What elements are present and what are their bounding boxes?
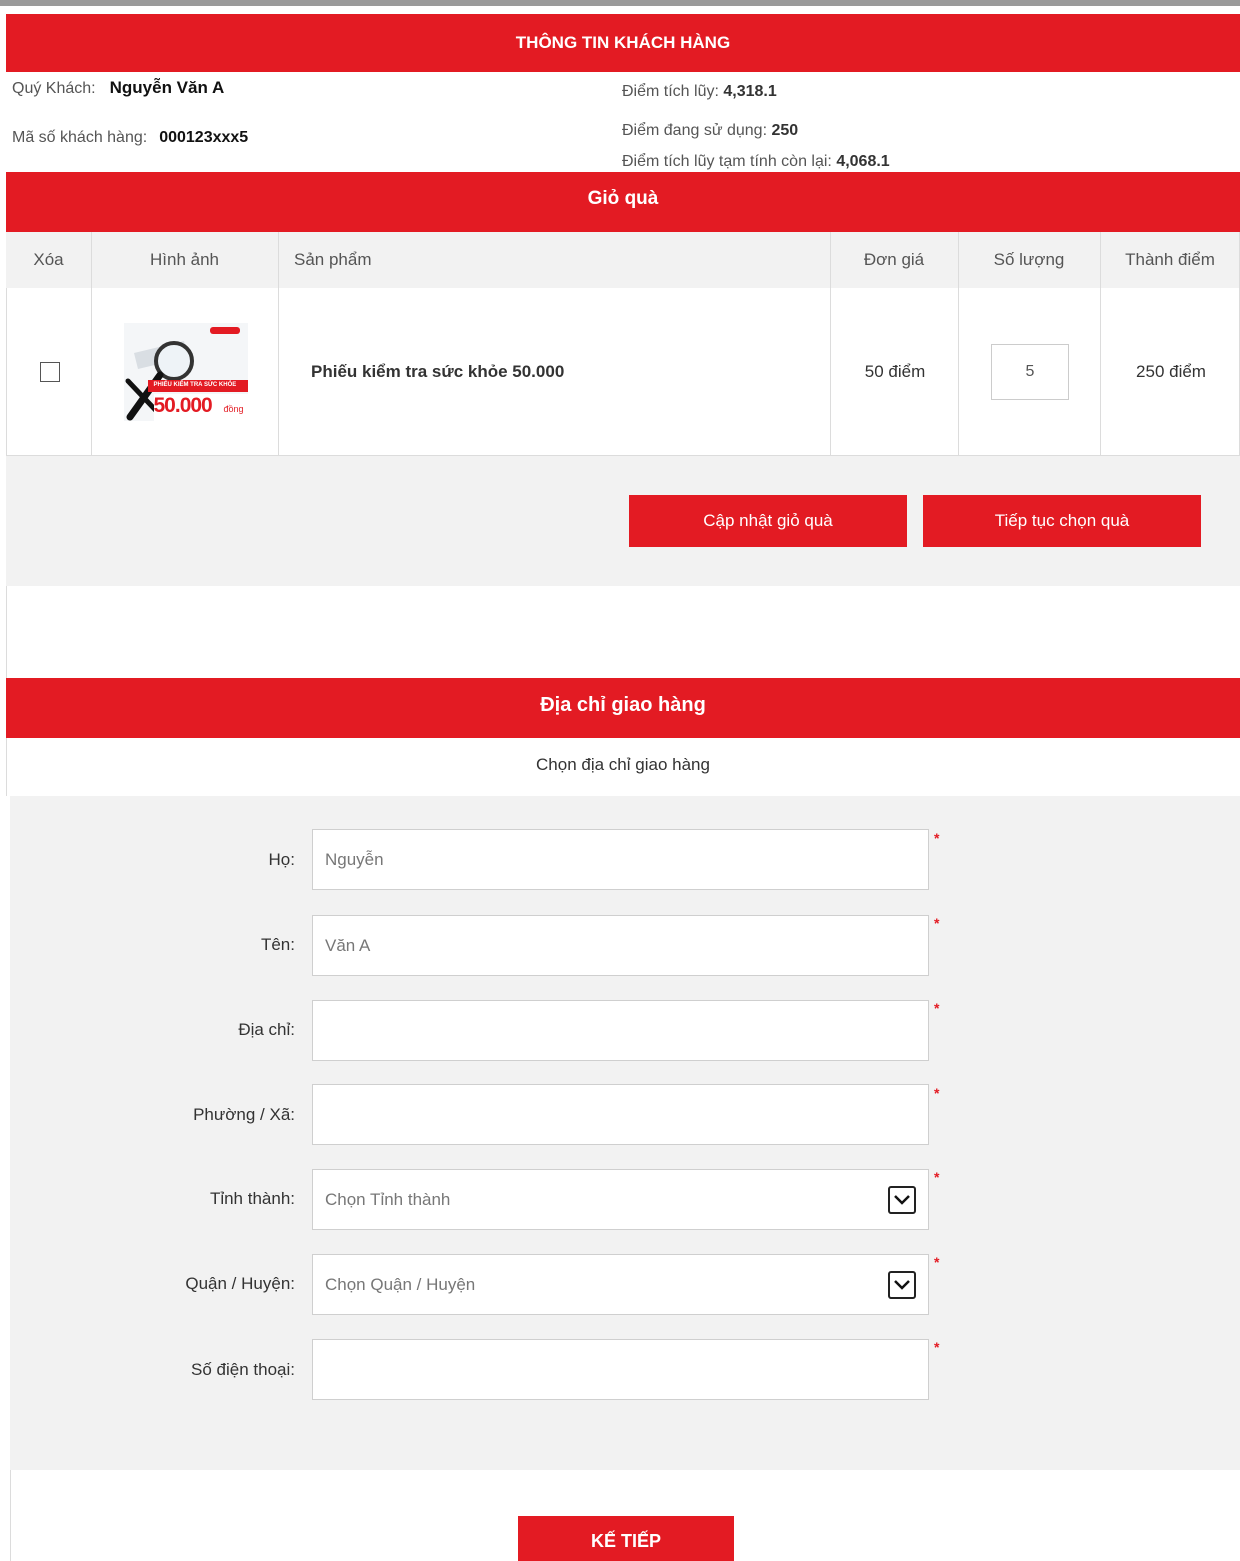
col-product: Sản phẩm <box>294 250 372 269</box>
customer-info-panel: Quý Khách: Nguyễn Văn A Mã số khách hàng:… <box>6 72 1240 172</box>
points-accumulated-value: 4,318.1 <box>723 83 777 100</box>
address-label: Địa chỉ: <box>238 1020 295 1039</box>
column-divider <box>278 232 279 456</box>
continue-shopping-button[interactable]: Tiếp tục chọn quà <box>923 495 1201 547</box>
choose-address-link[interactable]: Chọn địa chỉ giao hàng <box>6 738 1240 796</box>
col-image: Hình ảnh <box>150 250 219 269</box>
required-mark: * <box>934 1254 940 1270</box>
col-unit-price: Đơn giá <box>863 250 925 269</box>
points-using-label: Điểm đang sử dụng: <box>622 122 768 139</box>
points-using: Điểm đang sử dụng: 250 <box>622 122 798 140</box>
column-divider <box>958 232 959 456</box>
required-mark: * <box>934 915 940 931</box>
delete-checkbox[interactable] <box>39 362 60 382</box>
left-rule <box>6 738 7 796</box>
column-divider <box>1100 232 1101 456</box>
first-name-input[interactable] <box>312 915 929 976</box>
quantity-input[interactable] <box>991 344 1069 400</box>
customer-code: Mã số khách hàng: 000123xxx5 <box>12 129 248 147</box>
customer-code-value: 000123xxx5 <box>159 129 249 146</box>
customer-info-header: THÔNG TIN KHÁCH HÀNG <box>6 14 1240 72</box>
required-mark: * <box>934 1339 940 1355</box>
unit-price-value: 50 điểm <box>864 362 926 381</box>
points-using-value: 250 <box>771 122 799 139</box>
customer-name-value: Nguyễn Văn A <box>109 78 225 97</box>
ward-input[interactable] <box>312 1084 929 1145</box>
total-value: 250 điểm <box>1136 362 1206 381</box>
district-selected-value: Chọn Quận / Huyện <box>325 1274 476 1294</box>
points-remaining: Điểm tích lũy tạm tính còn lại: 4,068.1 <box>622 153 890 171</box>
points-accumulated-label: Điểm tích lũy: <box>622 83 719 100</box>
phone-label: Số điện thoại: <box>191 1360 295 1379</box>
customer-name-label: Quý Khách: <box>12 80 96 97</box>
voucher-title-text: PHIẾU KIỂM TRA SỨC KHỎE <box>153 382 237 388</box>
product-image: PHIẾU KIỂM TRA SỨC KHỎE 50.000 đồng <box>123 323 248 421</box>
district-select[interactable]: Chọn Quận / Huyện <box>312 1254 929 1315</box>
left-rule <box>6 586 7 678</box>
customer-name: Quý Khách: Nguyễn Văn A <box>12 78 224 98</box>
image-cell: PHIẾU KIỂM TRA SỨC KHỎE 50.000 đồng <box>92 288 279 456</box>
top-rule <box>0 0 1240 6</box>
total-cell: 250 điểm <box>1101 288 1240 456</box>
required-mark: * <box>934 1169 940 1185</box>
cart-table-header: Xóa Hình ảnh Sản phẩm Đơn giá Số lượng T… <box>6 232 1240 288</box>
cart-header: Giỏ quà <box>6 172 1240 232</box>
address-input[interactable] <box>312 1000 929 1061</box>
points-accumulated: Điểm tích lũy: 4,318.1 <box>622 83 777 101</box>
province-label: Tỉnh thành: <box>209 1189 295 1208</box>
required-mark: * <box>934 1000 940 1016</box>
shipping-form: Họ: * Tên: * Địa chỉ: * Phường / Xã: * T… <box>10 796 1240 1470</box>
points-remaining-label: Điểm tích lũy tạm tính còn lại: <box>622 153 832 170</box>
col-quantity: Số lượng <box>993 250 1065 269</box>
column-divider <box>830 232 831 456</box>
left-rule <box>10 1470 11 1561</box>
last-name-input[interactable] <box>312 829 929 890</box>
province-selected-value: Chọn Tỉnh thành <box>325 1189 451 1209</box>
chevron-down-icon[interactable] <box>888 1186 916 1214</box>
quantity-cell <box>959 288 1101 456</box>
voucher-amount-text: 50.000 <box>153 394 213 417</box>
province-select[interactable]: Chọn Tỉnh thành <box>312 1169 929 1230</box>
col-total: Thành điểm <box>1125 250 1215 269</box>
column-divider <box>91 232 92 456</box>
next-button[interactable]: KẾ TIẾP <box>518 1516 734 1561</box>
delete-cell <box>7 288 92 456</box>
required-mark: * <box>934 1085 940 1101</box>
ward-label: Phường / Xã: <box>193 1105 295 1124</box>
district-label: Quận / Huyện: <box>185 1274 295 1293</box>
product-cell: Phiếu kiểm tra sức khỏe 50.000 <box>295 288 831 456</box>
first-name-label: Tên: <box>260 935 295 954</box>
shipping-header: Địa chỉ giao hàng <box>6 678 1240 738</box>
required-mark: * <box>934 830 940 846</box>
col-delete: Xóa <box>33 250 64 269</box>
voucher-unit-text: đồng <box>223 404 244 414</box>
table-row: PHIẾU KIỂM TRA SỨC KHỎE 50.000 đồng Phiế… <box>6 288 1240 456</box>
update-cart-button[interactable]: Cập nhật giỏ quà <box>629 495 907 547</box>
unit-price-cell: 50 điểm <box>831 288 959 456</box>
phone-input[interactable] <box>312 1339 929 1400</box>
customer-code-label: Mã số khách hàng: <box>12 129 148 146</box>
last-name-label: Họ: <box>268 850 295 869</box>
product-name[interactable]: Phiếu kiểm tra sức khỏe 50.000 <box>311 362 564 382</box>
cart-actions: Cập nhật giỏ quà Tiếp tục chọn quà <box>6 456 1240 586</box>
chevron-down-icon[interactable] <box>888 1271 916 1299</box>
points-remaining-value: 4,068.1 <box>836 153 890 170</box>
